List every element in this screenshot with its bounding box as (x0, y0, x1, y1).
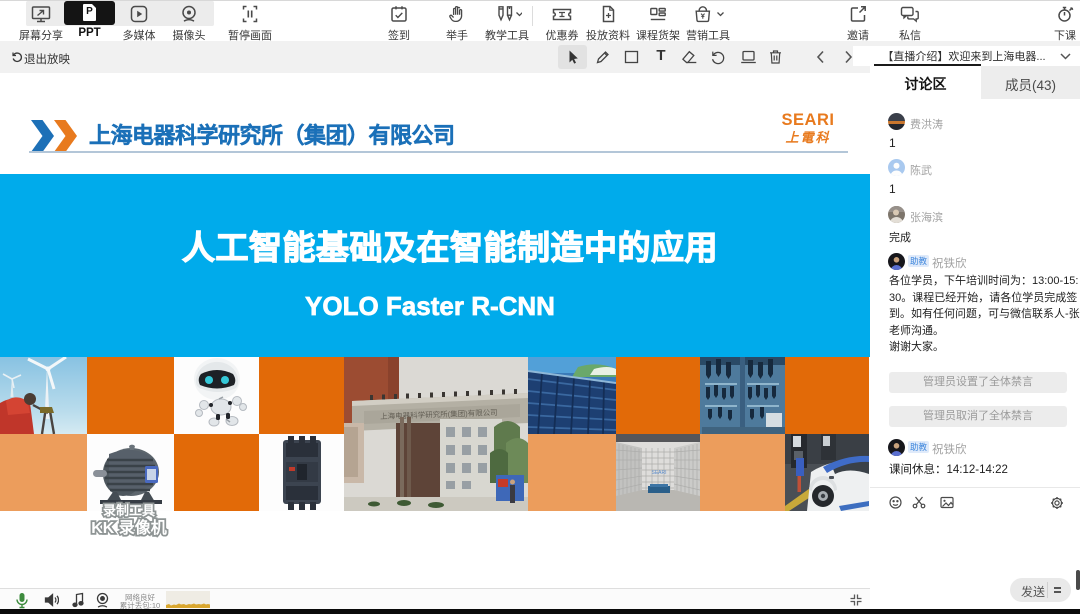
svg-text:SEARI: SEARI (651, 470, 666, 476)
